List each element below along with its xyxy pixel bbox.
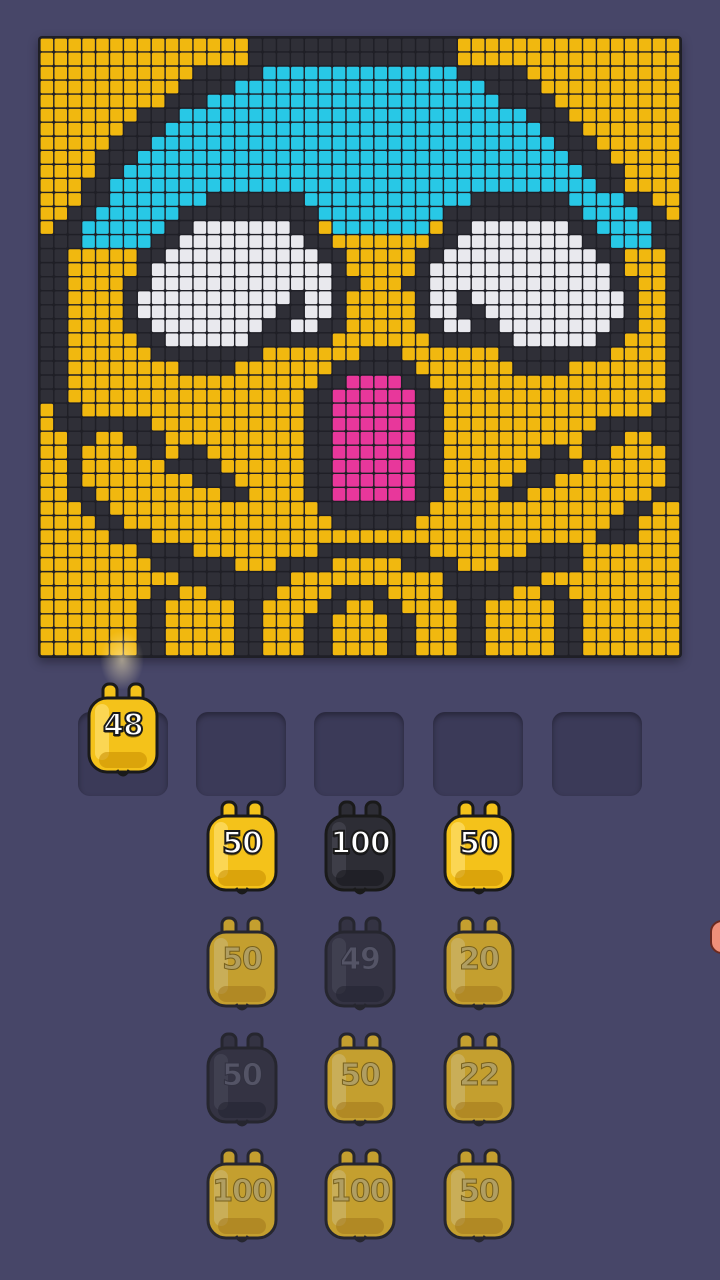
- queue-piece-12[interactable]: 50: [441, 1148, 517, 1250]
- queue-piece-count: 50: [222, 1058, 264, 1094]
- queue-piece-count: 49: [340, 942, 382, 978]
- queue-piece-count: 22: [459, 1058, 501, 1094]
- queue-piece-count: 50: [340, 1058, 382, 1094]
- queue-piece-count: 100: [330, 1174, 392, 1210]
- queue-piece-count: 50: [459, 1174, 501, 1210]
- holding-slot-4[interactable]: [433, 712, 523, 796]
- queue-piece-count: 100: [212, 1174, 274, 1210]
- queue-piece-9[interactable]: 22: [441, 1032, 517, 1134]
- queue-piece-count: 50: [222, 942, 264, 978]
- queue-piece-count: 50: [458, 825, 501, 862]
- queue-piece-10[interactable]: 100: [204, 1148, 280, 1250]
- queue-piece-4[interactable]: 50: [204, 916, 280, 1018]
- queue-piece-7[interactable]: 50: [204, 1032, 280, 1134]
- holding-slot-2[interactable]: [196, 712, 286, 796]
- queue-piece-6[interactable]: 20: [441, 916, 517, 1018]
- queue-piece-5[interactable]: 49: [322, 916, 398, 1018]
- active-shooter-piece[interactable]: 48: [85, 682, 161, 784]
- queue-piece-1[interactable]: 50: [204, 800, 280, 902]
- pixel-art-board: [38, 36, 682, 658]
- active-shooter-count: 48: [102, 707, 145, 744]
- shooter-beam: [100, 630, 144, 690]
- queue-piece-count: 100: [329, 825, 392, 862]
- queue-piece-count: 50: [221, 825, 264, 862]
- queue-piece-8[interactable]: 50: [322, 1032, 398, 1134]
- pixel-grid: [40, 38, 680, 656]
- queue-piece-count: 20: [459, 942, 501, 978]
- offscreen-item-edge: [710, 920, 720, 954]
- queue-piece-2[interactable]: 100: [322, 800, 398, 902]
- holding-slot-5[interactable]: [552, 712, 642, 796]
- holding-slot-3[interactable]: [314, 712, 404, 796]
- queue-piece-11[interactable]: 100: [322, 1148, 398, 1250]
- queue-piece-3[interactable]: 50: [441, 800, 517, 902]
